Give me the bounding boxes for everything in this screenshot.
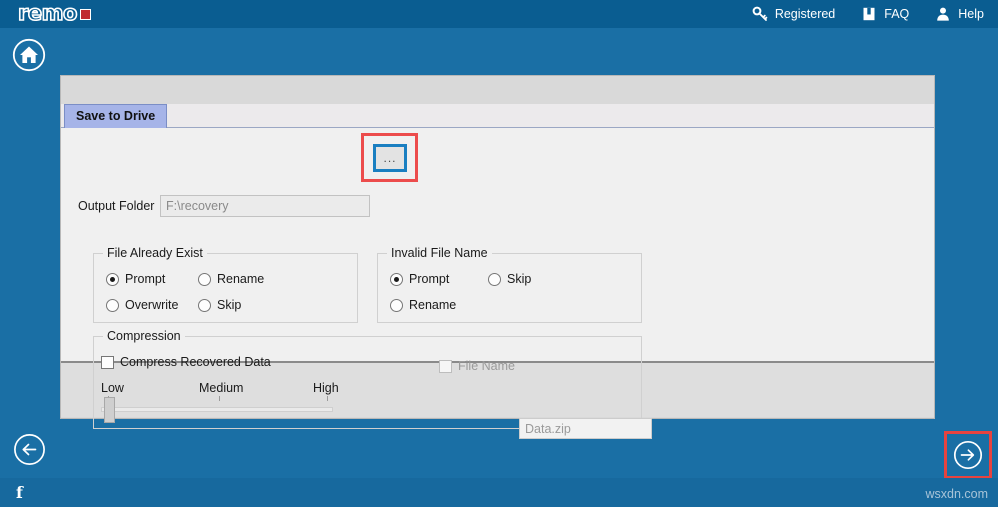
- book-icon: [863, 7, 875, 21]
- browse-button-highlight: ...: [361, 133, 418, 182]
- radio-label-file-exists-overwrite: Overwrite: [125, 298, 179, 312]
- watermark-text: wsxdn.com: [925, 487, 988, 501]
- home-door-icon: [27, 57, 31, 63]
- facebook-icon[interactable]: f: [16, 483, 23, 502]
- output-folder-input[interactable]: [160, 195, 370, 217]
- slider-thumb[interactable]: [104, 397, 115, 423]
- topnav-label-help: Help: [958, 7, 984, 21]
- radio-label-invalid-name-prompt: Prompt: [409, 272, 450, 286]
- compression-level-slider[interactable]: Low Medium High: [101, 381, 351, 423]
- top-navigation: Registered FAQ Help: [752, 0, 984, 28]
- radio-file-exists-prompt[interactable]: Prompt: [106, 272, 165, 286]
- topnav-item-registered[interactable]: Registered: [752, 6, 835, 22]
- browse-folder-button[interactable]: ...: [373, 144, 407, 172]
- next-button-highlight[interactable]: [944, 431, 992, 479]
- radio-mark-icon: [488, 272, 501, 286]
- checkbox-label-file-name: File Name: [458, 359, 515, 373]
- slider-label-low: Low: [101, 381, 124, 395]
- app-logo: remo: [17, 1, 91, 25]
- radio-label-invalid-name-skip: Skip: [507, 272, 532, 286]
- topnav-item-faq[interactable]: FAQ: [861, 6, 909, 22]
- arrow-left-icon: [22, 443, 37, 456]
- home-button[interactable]: [12, 38, 46, 72]
- radio-mark-icon: [106, 298, 119, 312]
- logo-square-icon: [79, 9, 91, 20]
- radio-invalid-name-rename[interactable]: Rename: [390, 298, 456, 312]
- checkbox-label-compress-recovered-data: Compress Recovered Data: [120, 355, 271, 369]
- radio-mark-icon: [390, 272, 403, 286]
- radio-mark-icon: [198, 298, 211, 312]
- radio-label-file-exists-rename: Rename: [217, 272, 265, 286]
- tab-strip: Save to Drive: [61, 104, 934, 128]
- back-button[interactable]: [13, 433, 46, 466]
- radio-invalid-name-skip[interactable]: Skip: [488, 272, 531, 286]
- output-folder-label: Output Folder: [78, 199, 155, 213]
- compression-filename-input[interactable]: [519, 418, 652, 439]
- output-folder-row: Output Folder: [78, 195, 370, 217]
- group-invalid-file-name: Invalid File Name Prompt Skip Rename: [377, 246, 642, 323]
- group-title-compression: Compression: [103, 329, 185, 343]
- slider-ticks: [101, 396, 351, 403]
- radio-file-exists-overwrite[interactable]: Overwrite: [106, 298, 178, 312]
- slider-labels: Low Medium High: [101, 381, 351, 396]
- radio-label-file-exists-prompt: Prompt: [125, 272, 166, 286]
- radio-invalid-name-prompt[interactable]: Prompt: [390, 272, 449, 286]
- slider-label-medium: Medium: [199, 381, 244, 395]
- slider-tick-medium-icon: [219, 396, 220, 401]
- radio-mark-icon: [390, 298, 403, 312]
- panel-body: Output Folder File Already Exist Prompt …: [61, 128, 934, 439]
- footer-strip: [0, 478, 998, 507]
- group-title-invalid-file-name: Invalid File Name: [387, 246, 492, 260]
- person-icon: [937, 7, 950, 21]
- radio-mark-icon: [198, 272, 211, 286]
- next-button[interactable]: [953, 440, 983, 470]
- tab-save-to-drive[interactable]: Save to Drive: [64, 104, 168, 128]
- topnav-label-registered: Registered: [774, 7, 836, 21]
- slider-tick-high-icon: [327, 396, 328, 401]
- radio-file-exists-skip[interactable]: Skip: [198, 298, 241, 312]
- slider-label-high: High: [313, 381, 339, 395]
- slider-track[interactable]: [101, 397, 333, 423]
- group-file-already-exist: File Already Exist Prompt Rename Overwri…: [93, 246, 358, 323]
- topnav-label-faq: FAQ: [884, 7, 910, 21]
- group-title-file-already-exist: File Already Exist: [103, 246, 207, 260]
- radio-label-file-exists-skip: Skip: [217, 298, 242, 312]
- key-icon: [752, 6, 768, 21]
- main-panel: Save to Drive Output Folder File Already…: [60, 75, 935, 439]
- topnav-item-help[interactable]: Help: [935, 6, 984, 22]
- panel-top-strip: [61, 76, 934, 104]
- checkbox-file-name[interactable]: File Name: [439, 359, 515, 373]
- arrow-right-icon: [960, 449, 975, 461]
- radio-mark-icon: [106, 272, 119, 286]
- group-compression: Compression Compress Recovered Data File…: [93, 329, 652, 439]
- checkbox-mark-icon: [101, 355, 114, 369]
- checkbox-compress-recovered-data[interactable]: Compress Recovered Data: [101, 355, 271, 369]
- logo-text: remo: [17, 1, 78, 25]
- radio-file-exists-rename[interactable]: Rename: [198, 272, 264, 286]
- checkbox-mark-icon: [439, 359, 452, 373]
- radio-label-invalid-name-rename: Rename: [409, 298, 457, 312]
